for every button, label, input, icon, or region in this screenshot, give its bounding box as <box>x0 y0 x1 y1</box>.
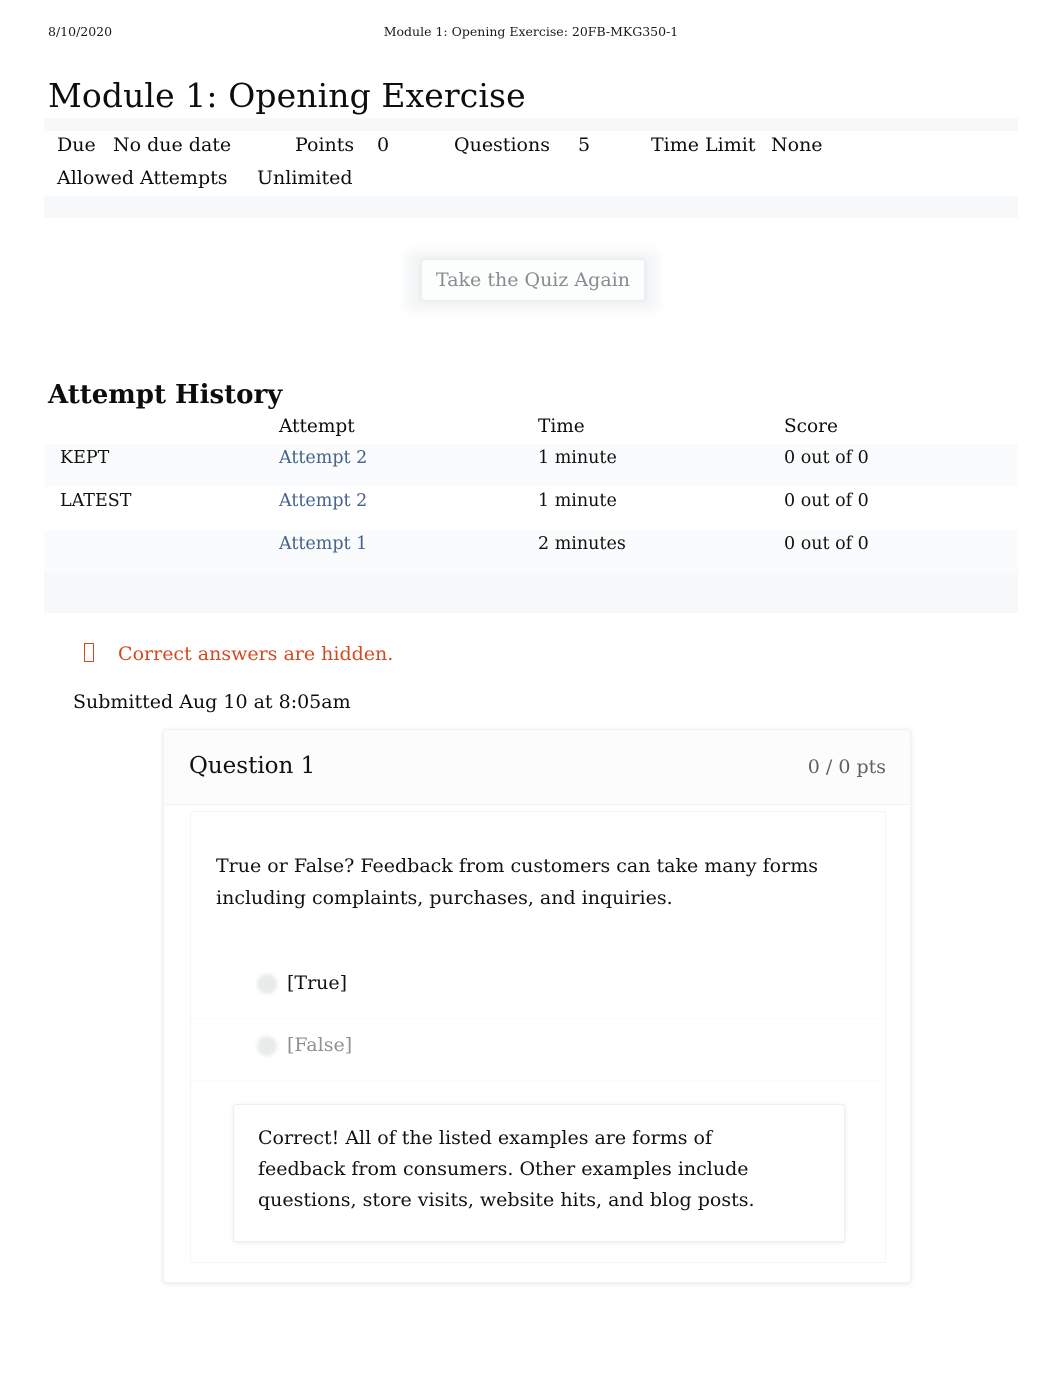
column-header-score: Score <box>784 416 838 437</box>
column-header-time: Time <box>538 416 585 437</box>
question-header: Question 1 0 / 0 pts <box>164 730 910 805</box>
attempt-score: 0 out of 0 <box>784 491 869 511</box>
column-header-attempt: Attempt <box>279 416 355 437</box>
quiz-meta-row-secondary: Allowed Attempts Unlimited <box>57 162 1017 195</box>
questions-label: Questions <box>454 134 550 156</box>
answer-label: [False] <box>287 1034 353 1056</box>
answer-feedback-box: Correct! All of the listed examples are … <box>233 1104 845 1242</box>
answer-feedback-text: Correct! All of the listed examples are … <box>258 1127 755 1211</box>
points-value: 0 <box>377 134 390 156</box>
questions-value: 5 <box>578 134 591 156</box>
table-row: KEPT Attempt 2 1 minute 0 out of 0 <box>44 444 1018 487</box>
question-points: 0 / 0 pts <box>807 756 886 778</box>
answer-label: [True] <box>287 972 348 994</box>
quiz-meta-row-primary: Due No due date Points 0 Questions 5 Tim… <box>57 129 1017 162</box>
print-document-title: Module 1: Opening Exercise: 20FB-MKG350-… <box>383 24 679 39</box>
attempt-link[interactable]: Attempt 2 <box>279 448 367 468</box>
question-body: True or False? Feedback from customers c… <box>190 811 886 1263</box>
attempt-time: 2 minutes <box>538 534 626 554</box>
due-value: No due date <box>113 134 232 156</box>
table-row: Attempt 1 2 minutes 0 out of 0 <box>44 530 1018 573</box>
question-title: Question 1 <box>189 753 316 779</box>
warning-box-icon <box>84 643 94 662</box>
attempt-score: 0 out of 0 <box>784 448 869 468</box>
attempt-time: 1 minute <box>538 448 617 468</box>
attempt-flag: KEPT <box>60 448 110 468</box>
time-limit-value: None <box>771 134 823 156</box>
table-footer-band <box>44 573 1018 613</box>
points-label: Points <box>295 134 355 156</box>
due-label: Due <box>57 134 96 156</box>
attempt-link[interactable]: Attempt 2 <box>279 491 367 511</box>
attempt-score: 0 out of 0 <box>784 534 869 554</box>
attempt-link[interactable]: Attempt 1 <box>279 534 367 554</box>
table-header-row: Attempt Time Score <box>44 412 1018 444</box>
hidden-answers-notice: Correct answers are hidden. <box>84 643 393 669</box>
question-prompt: True or False? Feedback from customers c… <box>216 855 818 909</box>
time-limit-label: Time Limit <box>651 134 756 156</box>
answer-list: [True] [False] <box>191 957 885 1081</box>
attempt-history-table: Attempt Time Score KEPT Attempt 2 1 minu… <box>44 412 1018 613</box>
take-quiz-again-container: Take the Quiz Again <box>405 250 659 312</box>
hidden-answers-notice-text: Correct answers are hidden. <box>118 643 394 665</box>
answer-option-false[interactable]: [False] <box>191 1019 885 1081</box>
submitted-timestamp: Submitted Aug 10 at 8:05am <box>73 691 351 713</box>
radio-icon[interactable] <box>257 974 277 994</box>
quiz-meta: Due No due date Points 0 Questions 5 Tim… <box>57 129 1017 195</box>
radio-icon[interactable] <box>257 1036 277 1056</box>
print-header: 8/10/2020 Module 1: Opening Exercise: 20… <box>0 24 1062 42</box>
table-row: LATEST Attempt 2 1 minute 0 out of 0 <box>44 487 1018 530</box>
allowed-attempts-value: Unlimited <box>257 167 353 189</box>
quiz-meta-band-bottom <box>44 196 1018 218</box>
attempt-time: 1 minute <box>538 491 617 511</box>
page-title: Module 1: Opening Exercise <box>48 76 526 116</box>
take-quiz-again-button[interactable]: Take the Quiz Again <box>421 259 645 301</box>
attempt-history-heading: Attempt History <box>48 379 283 410</box>
allowed-attempts-label: Allowed Attempts <box>57 167 228 189</box>
attempt-flag: LATEST <box>60 491 132 511</box>
question-card: Question 1 0 / 0 pts True or False? Feed… <box>163 729 911 1283</box>
answer-option-true[interactable]: [True] <box>191 957 885 1019</box>
